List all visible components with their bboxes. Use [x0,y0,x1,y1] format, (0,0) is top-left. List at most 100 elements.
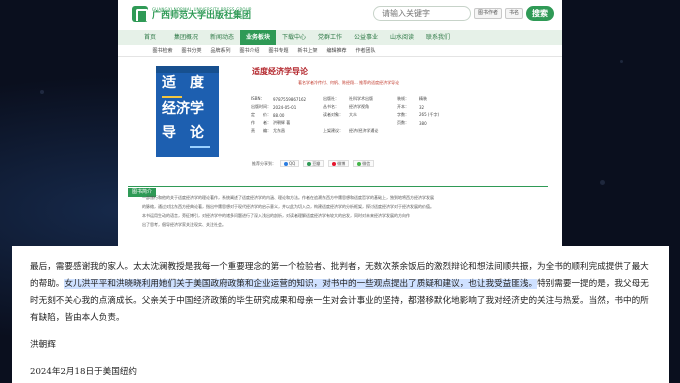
detail-label: 开本： [397,104,409,109]
detail-label: ISBN： [251,96,265,101]
site-header: GUANGXI NORMAL UNIVERSITY PRESS GROUP 广西… [118,0,562,30]
detail-label: 装帧： [397,96,409,101]
subnav-item-series[interactable]: 品牌系列 [206,45,235,56]
detail-label: 字数： [397,112,409,117]
nav-item-downloads[interactable]: 下载中心 [276,30,312,45]
background-dot [620,60,623,63]
book-subtitle: 著名学者冷传付、何帆、陈经翔... 推荐的适度经济学导论 [298,80,400,85]
detail-label: 丛书名： [323,104,339,109]
intro-line: 一部旅行和他的关于适度经济学的理论著作，系统阐述了适度经济学的内涵、理论和方法。… [142,195,434,200]
detail-label: 作 者： [251,120,271,125]
cover-title-main: 经济学 [162,101,204,117]
detail-value: 精装 [419,96,427,101]
detail-value: 88.00 [273,112,285,118]
cover-char-2: 度 [190,75,204,91]
share-wechat-label: 微信 [362,161,371,166]
share-douban-label: 豆瓣 [312,161,321,166]
detail-value: 社科学术出版 [349,96,373,101]
book-cover[interactable]: 适 度 经济学 导 论 [156,66,219,157]
subnav-item-intro[interactable]: 图书介绍 [235,45,264,56]
sub-nav: 图书检索 图书分类 品牌系列 图书介绍 图书专题 新书上架 编辑推荐 作者团队 [118,45,562,57]
detail-row: 定 价： 88.00 读者对象： 大众 字数： 265 (千字) [251,111,551,119]
detail-value[interactable]: 洪朝辉 著 [273,120,323,126]
nav-item-news[interactable]: 新闻动态 [204,30,240,45]
nav-item-contact[interactable]: 联系我们 [420,30,456,45]
share-wechat-button[interactable]: 微信 [353,160,375,167]
detail-row: 作 者： 洪朝辉 著 页数： 380 [251,119,551,127]
search-author-option[interactable]: 图书作者 [473,8,502,19]
subnav-item-new[interactable]: 新书上架 [293,45,322,56]
share-weibo-button[interactable]: 微博 [328,160,350,167]
share-bar: 推荐分享到： QQ 豆瓣 微博 微信 [252,160,375,167]
detail-label: 上架建议： [323,128,343,133]
document-overlay: 最后，需要感谢我的家人。太太沈澜教授是我每一个重要理念的第一个检验者、批判者，无… [12,246,669,383]
detail-value: 380 [419,120,427,126]
wechat-icon [357,162,362,166]
weibo-icon [332,162,337,166]
cover-char-5: 论 [190,125,204,141]
publisher-logo[interactable]: GUANGXI NORMAL UNIVERSITY PRESS GROUP 广西… [132,6,252,22]
cover-char-1: 适 [162,75,176,91]
subnav-item-search[interactable]: 图书检索 [148,45,177,56]
nav-item-business[interactable]: 业务板块 [240,30,276,45]
acknowledgement-paragraph: 最后，需要感谢我的家人。太太沈澜教授是我每一个重要理念的第一个检验者、批判者，无… [30,259,651,327]
detail-value: 尤东昌 [273,128,285,133]
douban-icon [307,162,312,166]
cover-char-4: 导 [162,125,176,141]
main-nav: 首页 集团概况 新闻动态 业务板块 下载中心 党群工作 公益事业 山水阅读 联系… [118,30,562,45]
detail-value: 经济学视角 [349,104,369,109]
book-icon [132,6,148,22]
share-qq-button[interactable]: QQ [280,160,300,167]
subnav-item-category[interactable]: 图书分类 [177,45,206,56]
logo-chinese: 广西师范大学出版社集团 [152,10,252,21]
detail-value: 32 [419,104,425,110]
search-button[interactable]: 搜索 [526,6,554,21]
detail-row: 责 编： 尤东昌 上架建议： 经济/经济学通论 [251,127,551,135]
share-label: 推荐分享到： [252,160,276,166]
book-title: 适度经济学导论 [252,67,308,76]
background-dot [40,90,44,94]
detail-value: 265 (千字) [419,112,440,117]
subnav-item-topics[interactable]: 图书专题 [264,45,293,56]
search-input[interactable] [372,6,471,21]
detail-label: 定 价： [251,112,271,117]
website-screenshot: GUANGXI NORMAL UNIVERSITY PRESS GROUP 广西… [118,0,562,250]
qq-icon [284,162,288,166]
detail-row: 出版时间： 2024-05-01 丛书名： 经济学视角 开本： 32 [251,103,551,111]
detail-value: 9787559867162 [273,96,307,102]
share-douban-button[interactable]: 豆瓣 [303,160,325,167]
book-details: ISBN： 9787559867162 出版社： 社科学术出版 装帧： 精装 出… [251,95,551,135]
intro-line: 出了思考，倡导经济学家关注现实、关注社会。 [142,222,226,227]
detail-label: 出版社： [323,96,339,101]
nav-item-party[interactable]: 党群工作 [312,30,348,45]
share-weibo-label: 微博 [337,161,346,166]
cover-band [156,66,219,73]
detail-value: 大众 [349,112,357,117]
detail-value: 2024-05-01 [273,104,297,110]
search-bar: 图书作者 书名 搜索 [372,6,554,21]
subnav-item-picks[interactable]: 编辑推荐 [322,45,351,56]
detail-label: 读者对象： [323,112,343,117]
cover-accent-bar [162,96,182,98]
nav-item-about[interactable]: 集团概况 [168,30,204,45]
detail-label: 责 编： [251,128,271,133]
nav-item-home[interactable]: 首页 [132,30,168,45]
intro-line: 的脉络，通过对比东西方经典论著，指出中庸思想对于现代经济学的启示意义，并以此为切… [142,204,434,209]
highlighted-text[interactable]: 女儿洪平平和洪晓晓利用她们关于美国政府政策和企业运营的知识，对书中的一些观点提出… [64,279,538,289]
signature-date: 2024年2月18日于美国纽约 [30,367,138,377]
detail-value: 经济/经济学通论 [349,128,379,133]
intro-line: 本书运用生动的语言，旁征博引，对经济学中的诸多问题进行了深入浅出的剖析，对读者理… [142,213,410,218]
book-intro: 一部旅行和他的关于适度经济学的理论著作，系统阐述了适度经济学的内涵、理论和方法。… [142,193,540,229]
nav-item-reading[interactable]: 山水阅读 [384,30,420,45]
cover-accent-bar [190,146,210,148]
detail-row: ISBN： 9787559867162 出版社： 社科学术出版 装帧： 精装 [251,95,551,103]
nav-item-charity[interactable]: 公益事业 [348,30,384,45]
author-signature: 洪朝辉 [30,340,56,350]
detail-label: 出版时间： [251,104,271,109]
background-dot [600,180,605,185]
detail-label: 页数： [397,120,409,125]
section-header: 图书简介 [128,178,548,197]
share-qq-label: QQ [289,161,296,166]
search-title-option[interactable]: 书名 [504,8,523,19]
subnav-item-authors[interactable]: 作者团队 [351,45,380,56]
